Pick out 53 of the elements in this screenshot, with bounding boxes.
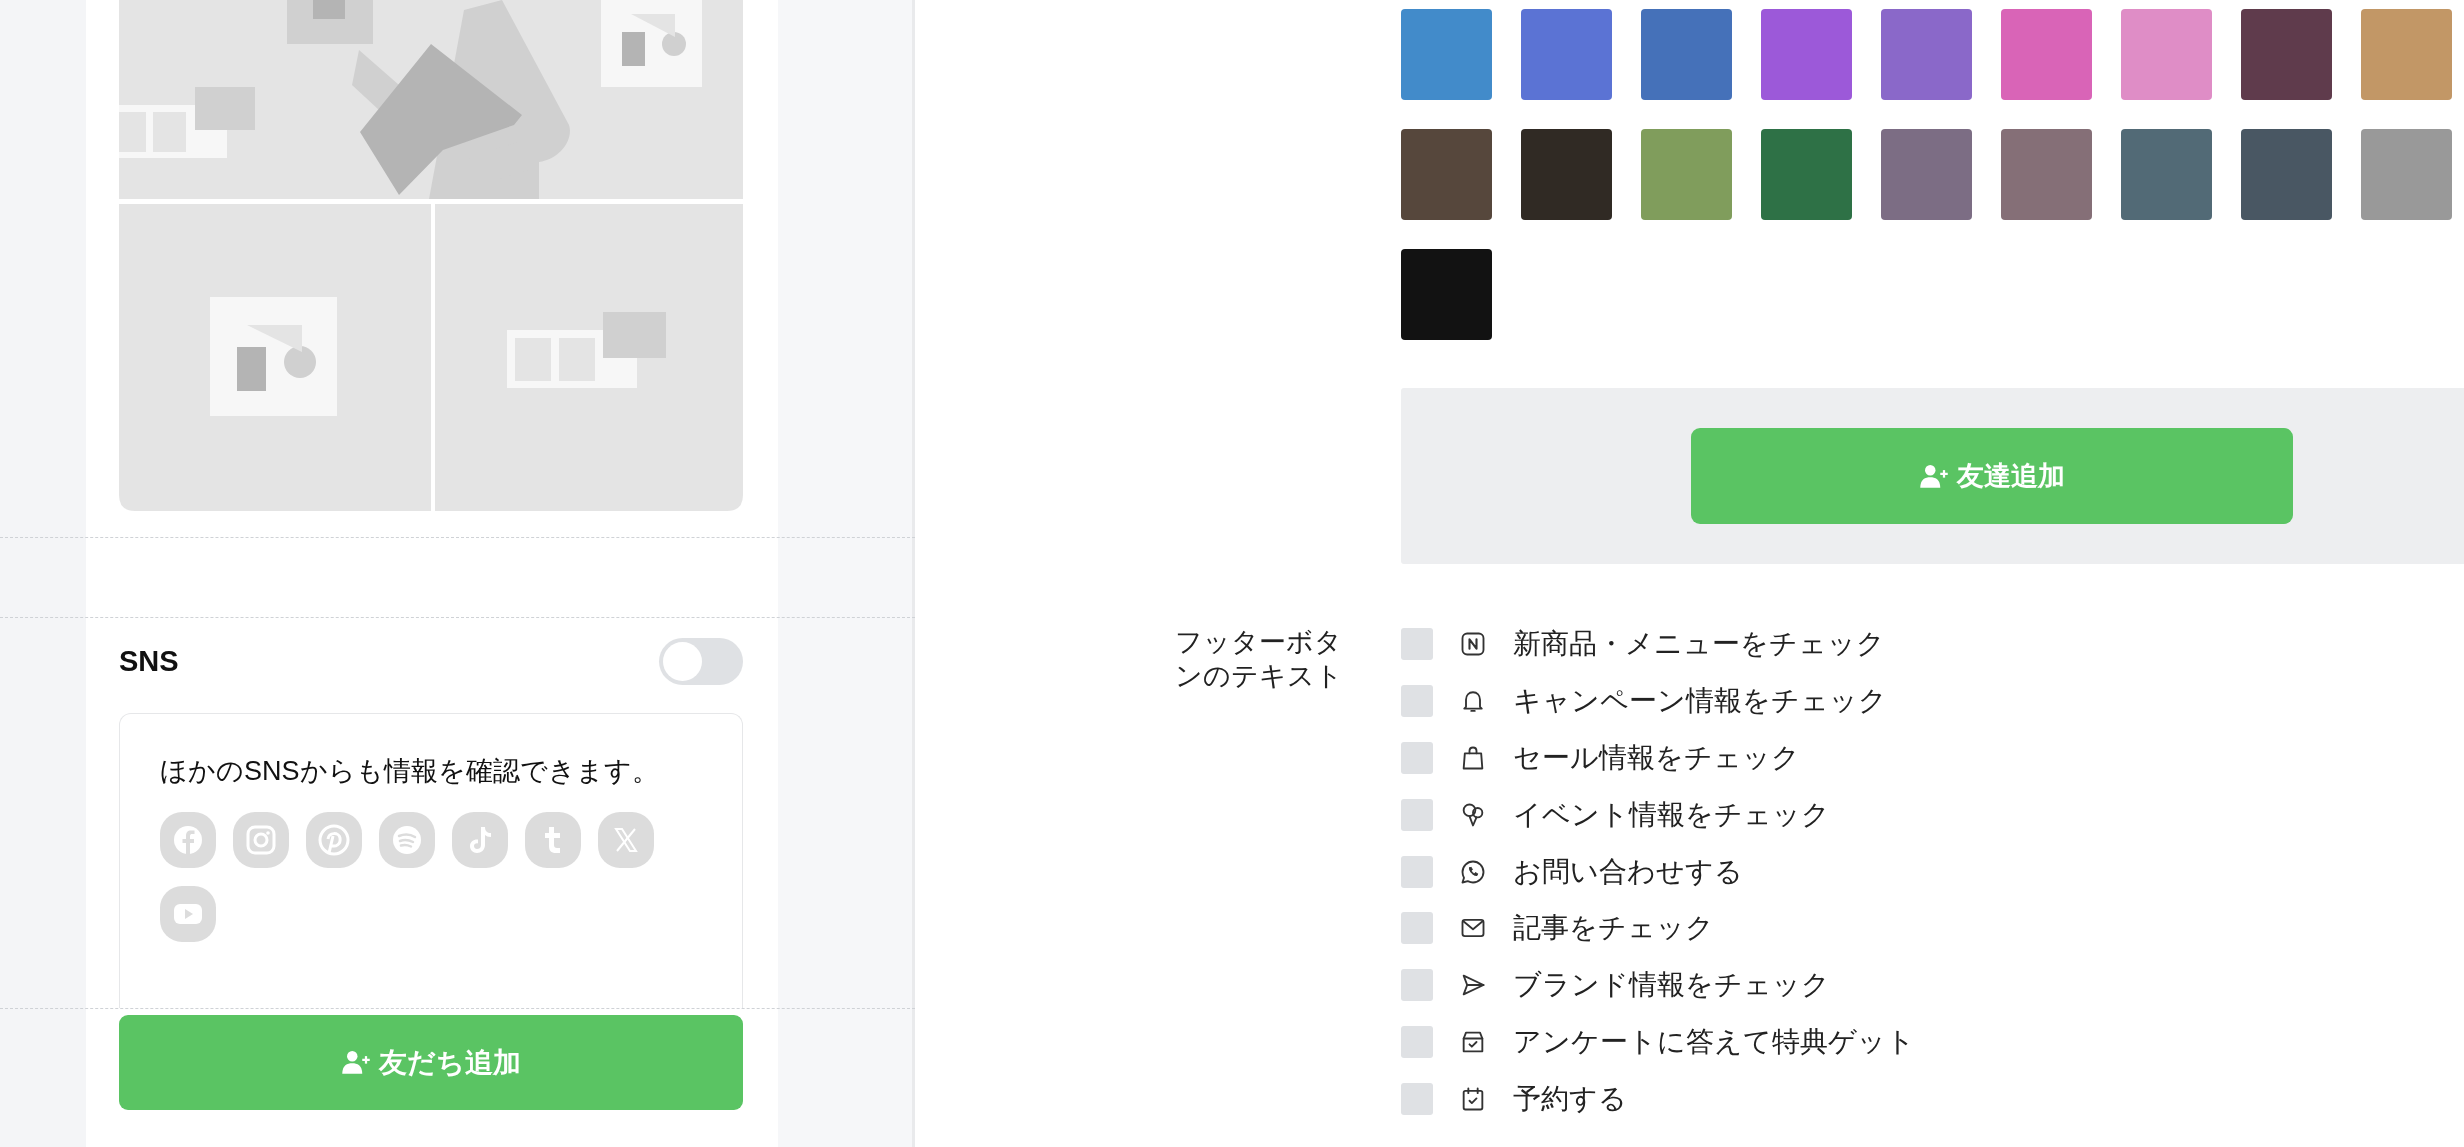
option-label: お問い合わせする <box>1513 854 1743 889</box>
user-plus-icon <box>341 1050 371 1075</box>
option-label: ブランド情報をチェック <box>1513 968 1830 1003</box>
user-plus-icon <box>1919 463 1949 489</box>
checkbox[interactable] <box>1401 742 1433 774</box>
color-swatch[interactable] <box>1521 9 1612 100</box>
pinterest-icon[interactable] <box>306 812 362 869</box>
option-label: 予約する <box>1513 1081 1627 1116</box>
color-swatch[interactable] <box>1881 9 1972 100</box>
option-label: 新商品・メニューをチェック <box>1513 627 1885 662</box>
color-swatch[interactable] <box>1401 249 1492 340</box>
color-swatch[interactable] <box>2241 9 2332 100</box>
spotify-icon[interactable] <box>379 812 435 869</box>
color-swatch[interactable] <box>1881 129 1972 220</box>
checkbox[interactable] <box>1401 1082 1433 1115</box>
tumblr-icon[interactable] <box>525 812 581 869</box>
option-label: イベント情報をチェック <box>1513 797 1830 832</box>
color-swatch[interactable] <box>1641 9 1732 100</box>
youtube-icon[interactable] <box>160 886 216 943</box>
color-swatch[interactable] <box>2121 9 2212 100</box>
checkbox[interactable] <box>1401 1025 1433 1058</box>
sns-message: ほかのSNSからも情報を確認できます。 <box>160 755 660 788</box>
checkbox[interactable] <box>1401 969 1433 1002</box>
x-logo-icon[interactable] <box>598 812 654 869</box>
color-swatch[interactable] <box>2121 129 2212 220</box>
color-swatch[interactable] <box>1521 129 1612 220</box>
color-swatch[interactable] <box>2361 9 2452 100</box>
option-label: セール情報をチェック <box>1513 741 1800 775</box>
checkbox[interactable] <box>1401 912 1433 945</box>
add-friend-button[interactable]: 友だち追加 <box>119 1015 743 1110</box>
toggle-switch[interactable] <box>659 637 743 685</box>
facebook-icon[interactable] <box>160 812 216 869</box>
color-swatch[interactable] <box>1641 129 1732 220</box>
tiktok-icon[interactable] <box>452 812 508 869</box>
field-label: フッターボタンのテキスト <box>1175 626 1344 693</box>
checkbox[interactable] <box>1401 685 1433 718</box>
color-swatch[interactable] <box>2361 129 2452 220</box>
option-label: キャンペーン情報をチェック <box>1513 684 1887 719</box>
color-swatch[interactable] <box>2001 9 2092 100</box>
option-label: 記事をチェック <box>1513 911 1714 946</box>
color-swatch[interactable] <box>1761 9 1852 100</box>
instagram-icon[interactable] <box>233 812 289 869</box>
color-swatch[interactable] <box>2241 129 2332 220</box>
color-swatch[interactable] <box>2001 129 2092 220</box>
color-swatch[interactable] <box>1401 9 1492 100</box>
option-label: アンケートに答えて特典ゲット <box>1513 1024 1915 1059</box>
add-friend-button[interactable]: 友達追加 <box>1691 428 2293 524</box>
section-title: SNS <box>119 644 179 678</box>
color-swatch[interactable] <box>1761 129 1852 220</box>
checkbox[interactable] <box>1401 855 1433 888</box>
checkbox[interactable] <box>1401 798 1433 831</box>
checkbox[interactable] <box>1401 628 1433 661</box>
color-swatch[interactable] <box>1401 129 1492 220</box>
